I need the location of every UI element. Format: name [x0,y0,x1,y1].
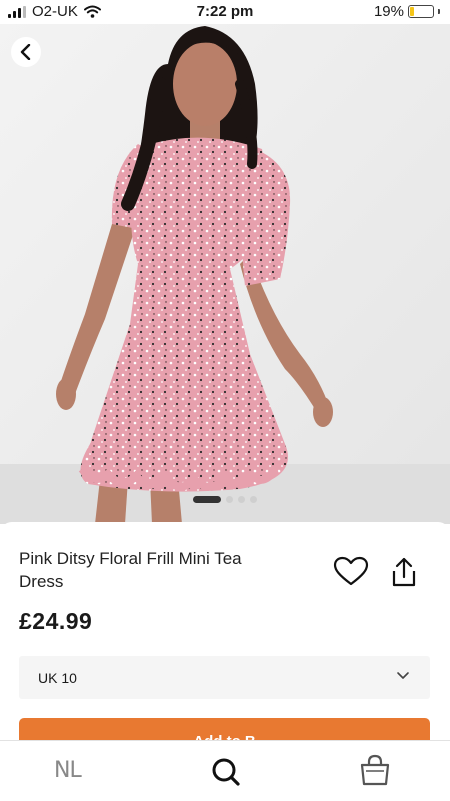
size-dropdown[interactable]: UK 10 [19,656,430,699]
product-image[interactable] [0,24,450,524]
product-title: Pink Ditsy Floral Frill Mini Tea Dress [19,549,242,591]
bottom-nav: NL [0,740,450,801]
product-details: Pink Ditsy Floral Frill Mini Tea Dress £… [0,522,450,766]
battery-icon [408,5,434,18]
size-selected-value: UK 10 [38,670,77,686]
status-bar: O2-UK 7:22 pm 19% [0,0,450,24]
gallery-dot[interactable] [193,496,221,503]
share-icon[interactable] [388,556,420,588]
back-button[interactable] [11,37,41,67]
chevron-down-icon [397,672,409,679]
gallery-dot[interactable] [226,496,233,503]
gallery-dot[interactable] [250,496,257,503]
bag-icon[interactable] [358,753,392,787]
heart-icon[interactable] [333,556,369,586]
nav-home-logo[interactable]: NL [54,758,82,783]
gallery-dot[interactable] [238,496,245,503]
gallery-pagination [0,496,450,503]
status-right: 19% [374,3,440,20]
model-photo [0,24,450,524]
battery-percent: 19% [373,3,404,20]
chevron-left-icon [20,44,31,60]
product-price: £24.99 [19,608,93,634]
search-icon[interactable] [211,757,241,787]
